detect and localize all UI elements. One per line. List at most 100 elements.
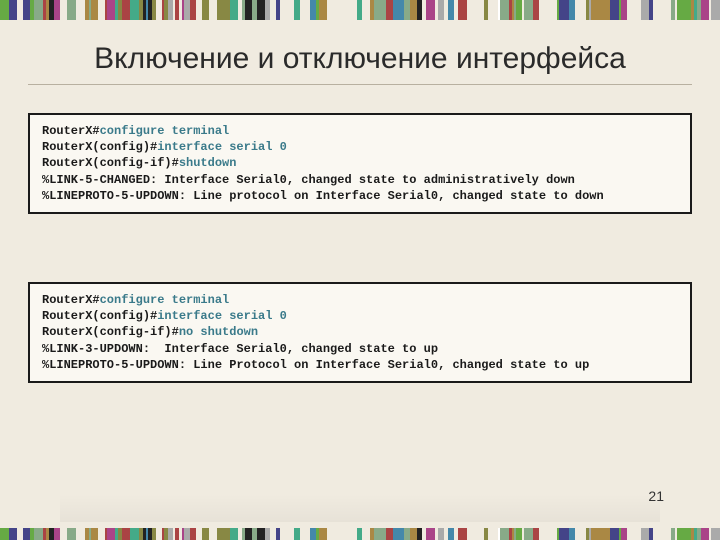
barcode-bar (202, 528, 209, 540)
prompt-text: RouterX# (42, 293, 100, 307)
barcode-bar (500, 0, 509, 20)
barcode-bar (575, 0, 583, 20)
barcode-bar (476, 528, 484, 540)
barcode-bar (286, 528, 294, 540)
barcode-bar (122, 528, 130, 540)
barcode-bar (91, 528, 98, 540)
barcode-bar (386, 0, 393, 20)
barcode-bar (653, 528, 662, 540)
barcode-bar (98, 0, 105, 20)
barcode-bar (245, 0, 252, 20)
barcode-bar (122, 0, 130, 20)
barcode-bar (627, 528, 634, 540)
barcode-bar (9, 528, 17, 540)
barcode-bar (467, 0, 476, 20)
barcode-bar (386, 528, 393, 540)
barcode-bar (286, 0, 294, 20)
prompt-text: RouterX# (42, 124, 100, 138)
barcode-bar (662, 0, 671, 20)
barcode-bar (426, 0, 435, 20)
barcode-bar (395, 0, 404, 20)
barcode-bar (561, 0, 569, 20)
barcode-bar (34, 0, 43, 20)
barcode-bar (711, 0, 720, 20)
barcode-bar (60, 0, 67, 20)
barcode-bar (334, 0, 343, 20)
command-text: shutdown (179, 156, 237, 170)
barcode-bar (230, 528, 238, 540)
barcode-bar (683, 0, 691, 20)
barcode-bar (76, 0, 85, 20)
barcode-bar (594, 528, 603, 540)
code-line: RouterX(config)#interface serial 0 (42, 308, 678, 324)
barcode-bar (257, 0, 265, 20)
code-line: RouterX(config-if)#no shutdown (42, 324, 678, 340)
code-line: %LINEPROTO-5-UPDOWN: Line Protocol on In… (42, 357, 678, 373)
command-text: interface serial 0 (157, 140, 287, 154)
barcode-bar (603, 0, 610, 20)
command-text: configure terminal (100, 124, 230, 138)
barcode-bar (653, 0, 662, 20)
code-line: RouterX(config)#interface serial 0 (42, 139, 678, 155)
barcode-bar (327, 0, 334, 20)
prompt-text: RouterX(config)# (42, 140, 157, 154)
barcode-bar (319, 0, 327, 20)
barcode-bar (217, 528, 225, 540)
barcode-bar (641, 528, 649, 540)
barcode-bar (0, 528, 9, 540)
barcode-bar (490, 528, 498, 540)
barcode-bar (546, 0, 553, 20)
command-text: interface serial 0 (157, 309, 287, 323)
prompt-text: %LINEPROTO-5-UPDOWN: Line Protocol on In… (42, 358, 589, 372)
barcode-bar (426, 528, 435, 540)
barcode-bar (67, 0, 76, 20)
barcode-bar (701, 528, 709, 540)
code-line: %LINEPROTO-5-UPDOWN: Line protocol on In… (42, 188, 678, 204)
barcode-bar (98, 528, 105, 540)
barcode-bar (0, 0, 9, 20)
barcode-bar (410, 0, 417, 20)
decorative-paper-shadow (60, 494, 660, 522)
barcode-bar (334, 528, 343, 540)
barcode-bar (202, 0, 209, 20)
barcode-bar (634, 528, 641, 540)
barcode-bar (683, 528, 691, 540)
barcode-bar (458, 0, 467, 20)
barcode-bar (524, 0, 533, 20)
barcode-bar (217, 0, 225, 20)
barcode-bar (34, 528, 43, 540)
barcode-bar (362, 0, 370, 20)
barcode-bar (60, 528, 67, 540)
decorative-barcode-top (0, 0, 720, 20)
code-line: RouterX#configure terminal (42, 292, 678, 308)
code-line: RouterX(config-if)#shutdown (42, 155, 678, 171)
command-text: configure terminal (100, 293, 230, 307)
barcode-bar (130, 0, 139, 20)
prompt-text: %LINK-5-CHANGED: Interface Serial0, chan… (42, 173, 575, 187)
code-line: %LINK-3-UPDOWN: Interface Serial0, chang… (42, 341, 678, 357)
decorative-barcode-bottom (0, 520, 720, 540)
barcode-bar (362, 528, 370, 540)
barcode-bar (107, 0, 115, 20)
barcode-bar (575, 528, 583, 540)
barcode-bar (410, 528, 417, 540)
command-text: no shutdown (179, 325, 258, 339)
code-box-no-shutdown: RouterX#configure terminalRouterX(config… (28, 282, 692, 383)
code-line: RouterX#configure terminal (42, 123, 678, 139)
prompt-text: %LINEPROTO-5-UPDOWN: Line protocol on In… (42, 189, 604, 203)
barcode-bar (130, 528, 139, 540)
barcode-bar (490, 0, 498, 20)
barcode-bar (209, 0, 217, 20)
barcode-bar (500, 528, 509, 540)
barcode-bar (627, 0, 634, 20)
barcode-bar (467, 528, 476, 540)
prompt-text: %LINK-3-UPDOWN: Interface Serial0, chang… (42, 342, 438, 356)
barcode-bar (711, 528, 720, 540)
code-line: %LINK-5-CHANGED: Interface Serial0, chan… (42, 172, 678, 188)
barcode-bar (67, 528, 76, 540)
barcode-bar (546, 528, 553, 540)
barcode-bar (610, 0, 619, 20)
prompt-text: RouterX(config)# (42, 309, 157, 323)
barcode-bar (524, 528, 533, 540)
barcode-bar (319, 528, 327, 540)
